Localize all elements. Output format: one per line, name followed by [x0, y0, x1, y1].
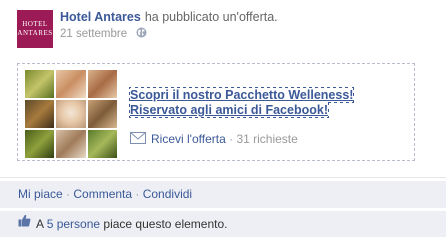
action-separator: · [62, 187, 74, 201]
likes-prefix: A [36, 217, 44, 231]
collage-tile [25, 130, 55, 158]
collage-tile [56, 100, 86, 128]
page-avatar[interactable]: HOTEL ANTARES [17, 10, 53, 48]
offer-claim-row: Ricevi l'offerta · 31 richieste [130, 132, 298, 147]
story-action-text: ha pubblicato un'offerta. [144, 10, 278, 24]
claim-count: 31 richieste [236, 132, 298, 146]
collage-tile [56, 70, 86, 98]
likers-link[interactable]: 5 persone [47, 217, 100, 231]
collage-tile [87, 100, 117, 128]
avatar-line-1: HOTEL [22, 20, 48, 28]
claim-offer-link[interactable]: Ricevi l'offerta [151, 132, 226, 146]
claim-separator: · [225, 132, 237, 146]
envelope-icon [130, 132, 146, 147]
share-link[interactable]: Condividi [143, 187, 192, 201]
thumbs-up-icon [18, 210, 31, 236]
page-name-link[interactable]: Hotel Antares [60, 10, 141, 24]
action-separator: · [132, 187, 143, 201]
story-date[interactable]: 21 settembre [60, 28, 127, 40]
collage-tile [87, 130, 117, 158]
collage-tile [56, 130, 86, 158]
offer-image[interactable] [25, 70, 117, 158]
story-header: Hotel Antares ha pubblicato un'offerta. [60, 10, 278, 24]
likes-summary: A 5 persone piace questo elemento. [0, 211, 446, 237]
story-actions: Mi piace · Commenta · Condividi [0, 181, 446, 208]
story-meta: 21 settembre [60, 27, 147, 41]
globe-icon[interactable] [136, 27, 147, 41]
divider [0, 177, 446, 178]
feed-story: HOTEL ANTARES Hotel Antares ha pubblicato… [0, 0, 446, 244]
offer-attachment[interactable]: Scopri il nostro Pacchetto Welleness! Ri… [17, 63, 415, 161]
collage-tile [25, 100, 55, 128]
offer-title-text: Scopri il nostro Pacchetto Welleness! Ri… [128, 87, 355, 118]
avatar-line-2: ANTARES [17, 29, 53, 37]
collage-tile [87, 70, 117, 98]
offer-title-link[interactable]: Scopri il nostro Pacchetto Welleness! Ri… [128, 87, 410, 118]
collage-tile [25, 70, 55, 98]
likes-suffix: piace questo elemento. [103, 217, 228, 231]
like-link[interactable]: Mi piace [18, 187, 63, 201]
comment-link[interactable]: Commenta [73, 187, 132, 201]
